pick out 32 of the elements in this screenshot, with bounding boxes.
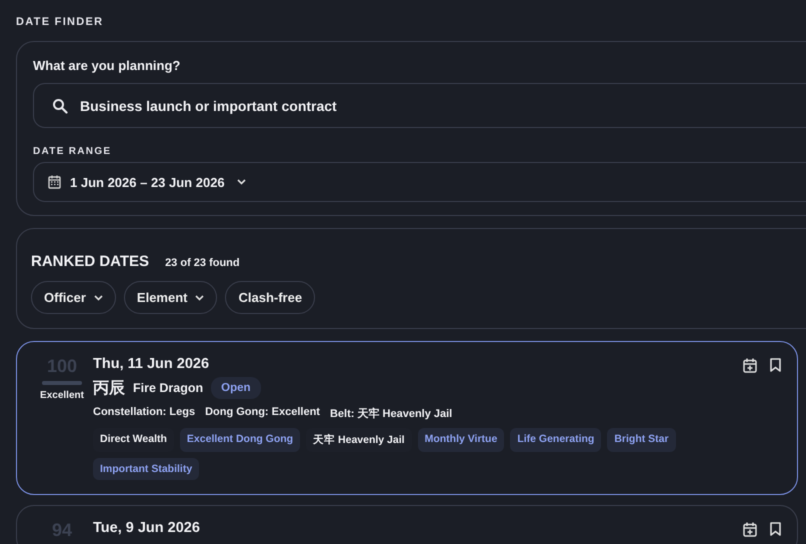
- tag: Bright Star: [607, 428, 676, 452]
- tag: Important Stability: [93, 458, 200, 480]
- date-title: Thu, 11 Jun 2026: [93, 356, 210, 372]
- range-label: DATE RANGE: [33, 146, 112, 157]
- page-title: DATE FINDER: [16, 16, 104, 28]
- date-card[interactable]: [16, 341, 798, 495]
- filter-button[interactable]: Element: [124, 281, 218, 314]
- detail-text: Belt: 天牢 Heavenly Jail: [330, 406, 452, 421]
- bookmark-icon[interactable]: [770, 358, 781, 372]
- date-title: Tue, 9 Jun 2026: [93, 520, 200, 536]
- search-icon: [52, 98, 68, 114]
- calendar-add-icon[interactable]: [743, 358, 757, 373]
- filter-button[interactable]: Clash-free: [225, 281, 316, 314]
- date-range-field[interactable]: 1 Jun 2026 – 23 Jun 2026: [33, 162, 806, 202]
- officer-badge: Open: [211, 377, 261, 399]
- tag: Life Generating: [510, 428, 602, 452]
- tag: Monthly Virtue: [418, 428, 504, 452]
- calendar-icon: [48, 175, 61, 189]
- pillar-characters: 丙辰: [93, 378, 125, 398]
- results-count: 23 of 23 found: [165, 257, 240, 269]
- calendar-add-icon[interactable]: [743, 522, 757, 537]
- pillar-name: Fire Dragon: [133, 381, 204, 395]
- detail-text: Constellation: Legs: [93, 406, 196, 420]
- question-label: What are you planning?: [33, 58, 182, 73]
- tag: Excellent Dong Gong: [180, 428, 300, 452]
- filter-button[interactable]: Officer: [31, 281, 116, 314]
- search-field[interactable]: Business launch or important contract: [33, 83, 806, 128]
- chevron-down-icon: [236, 179, 246, 185]
- detail-text: Dong Gong: Excellent: [205, 406, 320, 420]
- score-rating: Excellent: [40, 390, 84, 401]
- bookmark-icon[interactable]: [770, 522, 781, 536]
- results-title: RANKED DATES: [31, 253, 150, 270]
